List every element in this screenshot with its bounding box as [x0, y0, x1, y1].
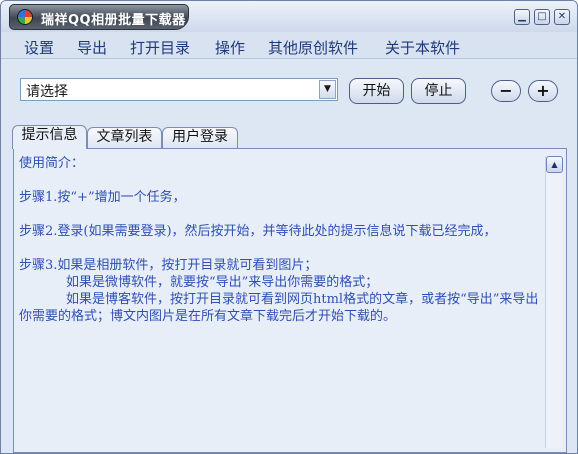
- stop-button[interactable]: 停止: [411, 78, 466, 104]
- close-icon[interactable]: ✕: [554, 9, 570, 25]
- minimize-icon[interactable]: ▁: [514, 9, 530, 25]
- intro-line: 使用简介：: [19, 156, 85, 171]
- task-select-value: 请选择: [26, 84, 68, 100]
- chevron-down-icon[interactable]: ▼: [319, 80, 336, 99]
- info-text[interactable]: 使用简介： 步骤1.按“+”增加一个任务， 步骤2.登录(如果需要登录)，然后按…: [17, 155, 545, 447]
- menu-settings[interactable]: 设置: [24, 37, 54, 58]
- menu-other-software[interactable]: 其他原创软件: [268, 37, 358, 58]
- maximize-icon[interactable]: □: [534, 9, 550, 25]
- start-button[interactable]: 开始: [349, 78, 404, 104]
- step3-line: 步骤3.如果是相册软件，按打开目录就可看到图片；: [19, 258, 318, 273]
- tips-panel: 使用简介： 步骤1.按“+”增加一个任务， 步骤2.登录(如果需要登录)，然后按…: [13, 148, 567, 453]
- remove-task-button[interactable]: −: [491, 80, 521, 102]
- menu-open-folder[interactable]: 打开目录: [130, 37, 190, 58]
- app-logo-icon: [17, 9, 33, 25]
- scroll-up-icon[interactable]: ▲: [546, 156, 563, 173]
- step3-weibo-line: 如果是微博软件，就要按“导出”来导出你需要的格式；: [66, 275, 379, 290]
- tab-tips[interactable]: 提示信息: [12, 125, 87, 149]
- menu-about[interactable]: 关于本软件: [385, 37, 460, 58]
- menu-operations[interactable]: 操作: [215, 37, 245, 58]
- step3-blog-line: 如果是博客软件，按打开目录就可看到网页html格式的文章，或者按“导出”来导出你…: [19, 292, 539, 324]
- window-title: 瑞祥QQ相册批量下载器: [41, 13, 186, 28]
- menu-bar: 设置 导出 打开目录 操作 其他原创软件 关于本软件: [1, 32, 577, 59]
- tab-article-list[interactable]: 文章列表: [87, 127, 162, 148]
- tab-user-login[interactable]: 用户登录: [162, 127, 238, 148]
- app-window: 瑞祥QQ相册批量下载器 ▁ □ ✕ 设置 导出 打开目录 操作 其他原创软件 关…: [0, 0, 578, 454]
- step2-line: 步骤2.登录(如果需要登录)，然后按开始，并等待此处的提示信息说下载已经完成，: [19, 224, 497, 239]
- step1-line: 步骤1.按“+”增加一个任务，: [19, 190, 186, 205]
- add-task-button[interactable]: +: [528, 80, 558, 102]
- menu-export[interactable]: 导出: [77, 37, 107, 58]
- vertical-scrollbar[interactable]: ▲: [545, 156, 563, 448]
- title-bar[interactable]: 瑞祥QQ相册批量下载器 ▁ □ ✕: [1, 1, 577, 32]
- task-select[interactable]: 请选择 ▼: [20, 78, 338, 101]
